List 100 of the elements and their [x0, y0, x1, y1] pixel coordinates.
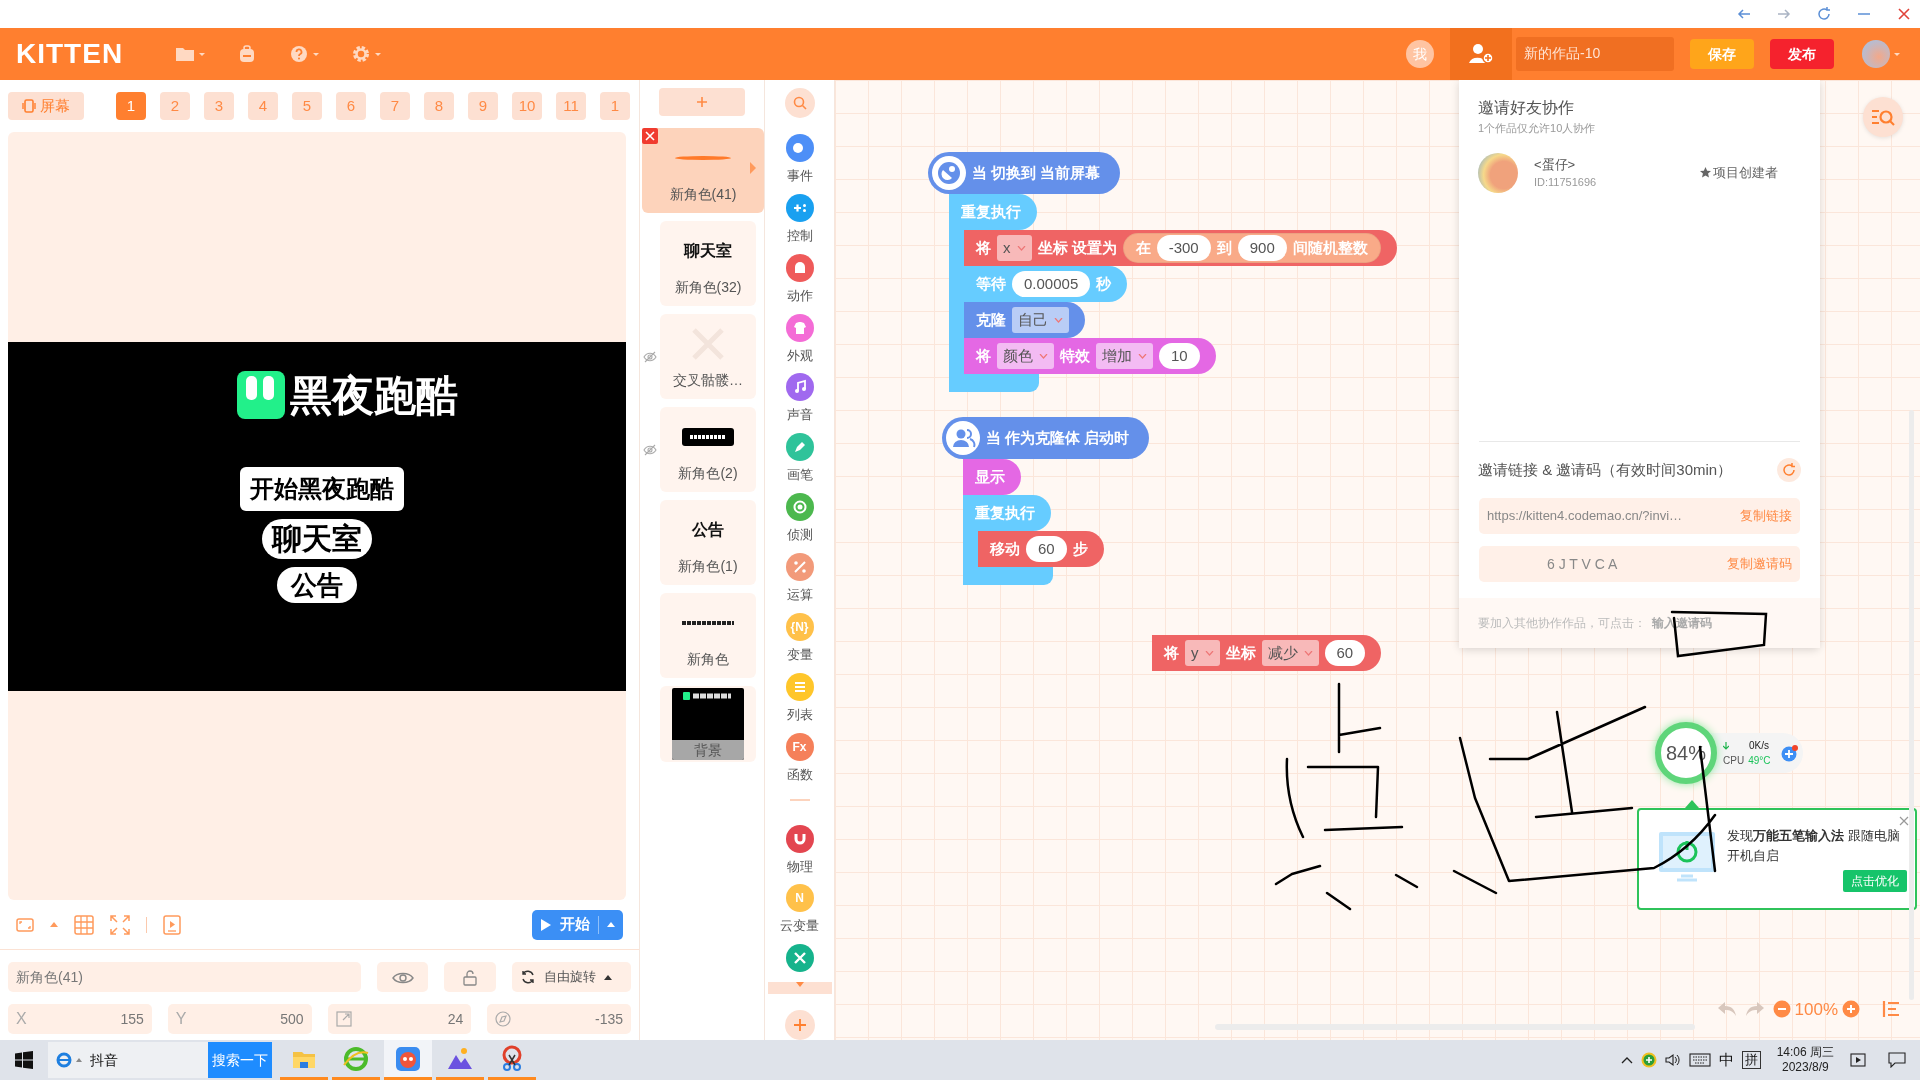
taskbar-app[interactable] — [384, 1040, 432, 1080]
delete-icon[interactable] — [642, 128, 658, 144]
screen-ratio-icon[interactable] — [16, 917, 34, 932]
block-dropdown[interactable]: x — [997, 235, 1032, 261]
category-item[interactable]: {N} 变量 — [769, 612, 830, 673]
speaker-icon[interactable] — [1664, 1052, 1681, 1068]
zoom-in-icon[interactable] — [1842, 1000, 1860, 1019]
clock-date: 2023/8/9 — [1781, 1060, 1829, 1075]
number-input[interactable]: 60 — [1026, 536, 1067, 562]
plus-icon[interactable] — [1781, 744, 1799, 762]
hat-block[interactable]: 当 切换到 当前屏幕 — [928, 152, 1121, 194]
block-dropdown[interactable]: 增加 — [1096, 343, 1153, 369]
project-title-field[interactable]: 新的作品-10 — [1516, 37, 1674, 71]
align-blocks-icon[interactable] — [1882, 1001, 1900, 1018]
code-block[interactable]: 等待 0.00005 秒 — [964, 266, 1128, 302]
redo-icon[interactable] — [1744, 1001, 1765, 1018]
horizontal-scrollbar[interactable] — [1215, 1024, 1695, 1030]
sprite-name-field[interactable]: 新角色(41) — [8, 962, 361, 992]
code-block[interactable]: 移动 60 步 — [978, 531, 1104, 567]
block-dropdown[interactable]: 减少 — [1261, 640, 1319, 666]
expand-arrow-icon[interactable] — [750, 162, 756, 174]
action-center-icon[interactable] — [1888, 1052, 1906, 1068]
fullscreen-icon[interactable] — [110, 914, 130, 935]
category-item[interactable]: 动作 — [769, 253, 830, 314]
sprite-card[interactable]: 新角色 — [660, 593, 756, 678]
visibility-button[interactable] — [376, 962, 429, 992]
start-button[interactable]: 开始 — [532, 909, 623, 940]
category-item[interactable]: 画笔 — [769, 433, 830, 494]
game-button[interactable]: 聊天室 — [262, 518, 372, 559]
category-item[interactable]: 外观 — [769, 313, 830, 374]
game-button[interactable]: 公告 — [277, 566, 357, 603]
input-mode[interactable]: 拼 — [1741, 1051, 1761, 1069]
chevron-up-icon[interactable] — [1620, 1056, 1633, 1064]
close-icon[interactable] — [1899, 816, 1909, 826]
code-block[interactable]: 将 x 坐标 设置为 在 -300 到 900 间随机整数 — [964, 230, 1397, 266]
refresh-button[interactable] — [1777, 458, 1801, 482]
caret-icon[interactable] — [50, 922, 58, 927]
code-block[interactable]: 显示 — [963, 459, 1021, 495]
sprite-card[interactable]: 新角色(2) — [660, 407, 756, 492]
number-input[interactable]: 0.00005 — [1012, 271, 1091, 297]
category-item[interactable]: 事件 — [769, 133, 830, 194]
sprite-card[interactable]: 公告 新角色(1) — [660, 500, 756, 585]
block-label: 在 — [1135, 237, 1151, 258]
clock-time: 14:06 周三 — [1776, 1045, 1834, 1060]
sprite-card[interactable]: 聊天室 新角色(32) — [660, 221, 756, 306]
security-icon[interactable] — [1640, 1052, 1657, 1068]
y-field[interactable]: Y 500 — [167, 1004, 312, 1034]
category-item[interactable]: 声音 — [769, 373, 830, 434]
sprite-card[interactable]: 交叉骷髅… — [660, 314, 756, 399]
sprite-thumbnail: 公告 — [692, 520, 724, 540]
category-item[interactable]: 列表 — [769, 672, 830, 733]
number-input[interactable]: 10 — [1159, 343, 1200, 369]
number-input[interactable]: 60 — [1324, 640, 1366, 666]
resize-icon — [335, 1011, 352, 1027]
direction-field[interactable]: -135 — [487, 1004, 631, 1034]
keyboard-icon[interactable] — [1688, 1053, 1711, 1067]
game-logo-icon — [236, 370, 286, 420]
block-dropdown[interactable]: 自己 — [1012, 307, 1069, 333]
zoom-out-icon[interactable] — [1772, 1000, 1791, 1019]
invite-button[interactable] — [1450, 28, 1512, 80]
category-item[interactable]: 控制 — [769, 193, 830, 254]
input-language[interactable]: 中 — [1718, 1048, 1734, 1072]
block-dropdown[interactable]: y — [1185, 640, 1220, 666]
code-block[interactable]: 将 颜色 特效 增加 10 — [964, 338, 1216, 374]
lock-button[interactable] — [444, 962, 496, 992]
scroll-down-strip[interactable] — [767, 982, 832, 995]
block-label: 重复执行 — [961, 201, 1021, 222]
code-block[interactable]: 将 y 坐标 减少 60 — [1152, 635, 1382, 671]
x-field[interactable]: X 155 — [8, 1004, 152, 1034]
code-block[interactable]: 克隆 自己 — [964, 302, 1085, 338]
size-field[interactable]: 24 — [327, 1004, 472, 1034]
number-input[interactable]: 900 — [1237, 235, 1287, 261]
refresh-icon[interactable] — [1816, 6, 1832, 22]
taskbar-search-field[interactable]: 抖音 — [48, 1042, 208, 1078]
game-button[interactable]: 开始黑夜跑酷 — [240, 466, 404, 511]
reporter-block[interactable]: 在 -300 到 900 间随机整数 — [1122, 233, 1381, 263]
publish-button[interactable]: 发布 — [1770, 39, 1834, 69]
category-item[interactable]: 侦测 — [769, 493, 830, 554]
category-item[interactable]: 运算 — [769, 553, 830, 613]
block-dropdown[interactable]: 颜色 — [997, 343, 1054, 369]
close-icon[interactable] — [1896, 6, 1912, 22]
number-input[interactable]: -300 — [1156, 235, 1211, 261]
rotation-mode-dropdown[interactable]: 自由旋转 — [512, 962, 631, 992]
category-item[interactable]: Fx 函数 — [769, 732, 830, 793]
media-icon[interactable] — [1850, 1053, 1866, 1067]
play-preview-icon[interactable] — [163, 914, 181, 935]
undo-icon[interactable] — [1716, 1001, 1737, 1018]
search-button[interactable] — [784, 88, 815, 118]
help-icon — [289, 44, 310, 64]
hat-block[interactable]: 当 作为克隆体 启动时 — [942, 417, 1150, 459]
block-search-button[interactable] — [1863, 97, 1903, 137]
sprite-card[interactable]: 新角色(41) — [642, 128, 764, 213]
grid-icon[interactable] — [74, 914, 94, 935]
category-icon: N — [785, 884, 814, 913]
search-button[interactable]: 搜索一下 — [208, 1042, 272, 1078]
vertical-scrollbar[interactable] — [1909, 410, 1914, 1000]
category-item[interactable]: N 云变量 — [769, 884, 830, 945]
add-extension-button[interactable] — [784, 1010, 815, 1041]
category-item[interactable]: 物理 — [769, 824, 830, 885]
background-card[interactable]: 背景 — [672, 688, 744, 760]
